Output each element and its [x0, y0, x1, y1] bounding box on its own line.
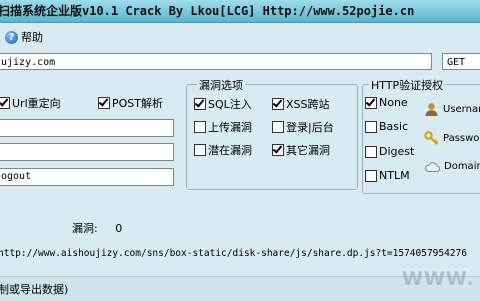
vuln-login-checkbox[interactable]: 登录|后台: [272, 119, 334, 135]
vuln-other-checkbox[interactable]: 其它漏洞: [272, 142, 330, 158]
input-field-2[interactable]: [0, 143, 174, 161]
vuln-sql-label: SQL注入: [208, 98, 252, 111]
auth-ntlm-check[interactable]: [365, 169, 377, 182]
auth-username[interactable]: Usernam: [424, 102, 480, 117]
vuln-count: 漏洞: 0: [72, 220, 122, 236]
input-field-3[interactable]: ogout: [0, 168, 174, 186]
input-field-1[interactable]: [0, 119, 174, 137]
help-menu[interactable]: ? 帮助: [5, 29, 43, 45]
vuln-upload-label: 上传漏洞: [208, 121, 252, 134]
post-parse-check[interactable]: [98, 97, 110, 109]
auth-none-check[interactable]: [365, 96, 377, 109]
vuln-xss-label: XSS跨站: [286, 98, 330, 111]
auth-ntlm-label: NTLM: [379, 169, 410, 182]
vuln-other-label: 其它漏洞: [286, 144, 330, 157]
vuln-count-label: 漏洞:: [72, 222, 98, 235]
redirect-label: Url重定向: [12, 97, 61, 110]
vuln-options-title: 漏洞选项: [197, 77, 245, 93]
vuln-count-value: 0: [115, 222, 123, 235]
vuln-xss-check[interactable]: [272, 98, 284, 110]
watermark: WWW.: [402, 268, 475, 290]
auth-basic-radio[interactable]: Basic: [365, 120, 408, 133]
auth-digest-label: Digest: [379, 145, 415, 158]
auth-username-label: Usernam: [443, 104, 480, 115]
vuln-sql-check[interactable]: [194, 98, 206, 110]
vuln-potential-check[interactable]: [194, 144, 206, 156]
vuln-login-check[interactable]: [272, 121, 284, 133]
status-text: 制或导出数据): [0, 283, 69, 296]
cloud-icon: [425, 162, 440, 172]
question-icon: ?: [5, 30, 18, 44]
key-icon: [424, 131, 439, 145]
redirect-check[interactable]: [0, 97, 10, 109]
auth-domain-label: Domain: [444, 161, 480, 172]
vuln-upload-checkbox[interactable]: 上传漏洞: [194, 119, 252, 135]
auth-ntlm-radio[interactable]: NTLM: [365, 169, 410, 182]
post-parse-checkbox[interactable]: POST解析: [98, 95, 163, 111]
method-select[interactable]: GET: [442, 53, 480, 70]
window-title: 扫描系统企业版v10.1 Crack By Lkou[LCG] Http://w…: [0, 4, 415, 18]
http-auth-title: HTTP验证授权: [369, 77, 446, 93]
help-label: 帮助: [21, 31, 43, 44]
current-url-text: http://www.aishoujizy.com/sns/box-static…: [0, 248, 467, 259]
vuln-xss-checkbox[interactable]: XSS跨站: [272, 96, 330, 112]
user-icon: [425, 103, 438, 116]
auth-digest-check[interactable]: [365, 145, 377, 158]
title-bar: 扫描系统企业版v10.1 Crack By Lkou[LCG] Http://w…: [0, 0, 480, 23]
auth-digest-radio[interactable]: Digest: [365, 145, 414, 158]
vuln-login-label: 登录|后台: [286, 121, 334, 134]
menu-bar: ? 帮助: [0, 27, 480, 47]
vuln-potential-label: 潜在漏洞: [208, 144, 252, 157]
auth-none-label: None: [379, 96, 408, 109]
post-parse-label: POST解析: [112, 97, 163, 110]
auth-password-label: Passwor: [443, 133, 480, 144]
auth-basic-label: Basic: [379, 120, 409, 133]
target-url-input[interactable]: ujizy.com: [0, 53, 432, 70]
vuln-sql-checkbox[interactable]: SQL注入: [194, 96, 252, 112]
vuln-other-check[interactable]: [272, 144, 284, 156]
redirect-checkbox[interactable]: Url重定向: [0, 95, 61, 111]
auth-password[interactable]: Passwor: [424, 131, 480, 146]
auth-domain[interactable]: Domain: [424, 160, 480, 173]
vuln-potential-checkbox[interactable]: 潜在漏洞: [194, 142, 252, 158]
auth-basic-check[interactable]: [365, 120, 377, 133]
vuln-upload-check[interactable]: [194, 121, 206, 133]
auth-none-radio[interactable]: None: [365, 96, 408, 109]
